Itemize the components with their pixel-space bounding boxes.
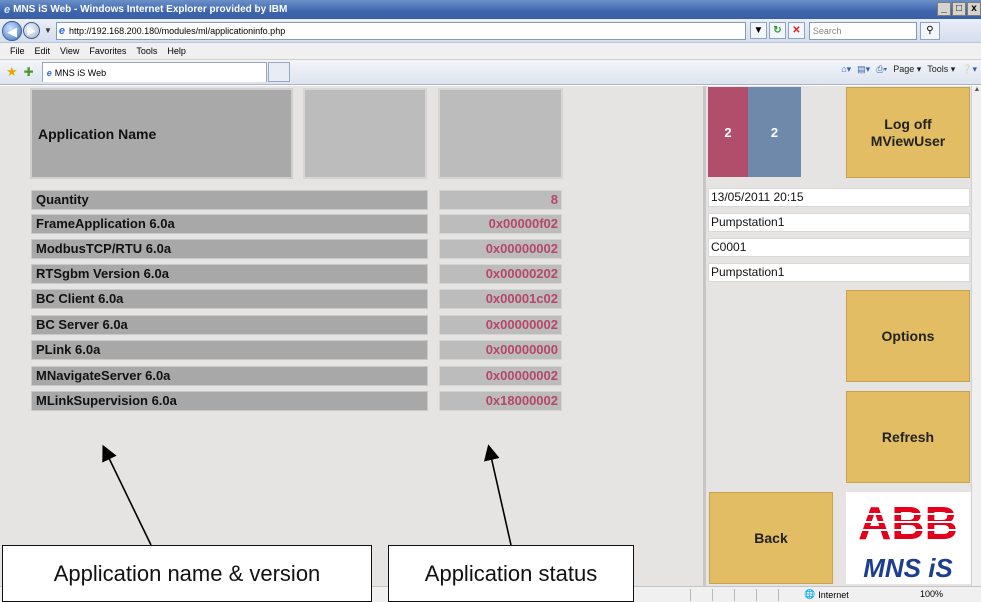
print-icon[interactable]: ⎙▾ — [876, 64, 887, 75]
logoff-label: Log off — [884, 115, 932, 132]
location-field: Pumpstation1 — [708, 263, 970, 282]
forward-nav-icon[interactable]: ▶ — [23, 22, 40, 39]
vertical-scrollbar[interactable]: ▲ — [971, 86, 981, 586]
header-blank-cell — [303, 88, 427, 179]
address-dropdown-icon[interactable]: ▼ — [749, 22, 767, 39]
security-zone[interactable]: 🌐 Internet — [804, 589, 849, 600]
table-row-value: 0x00000002 — [439, 239, 562, 259]
search-input[interactable]: Search — [808, 21, 917, 40]
menu-file[interactable]: File — [10, 46, 25, 56]
table-row-label: BC Server 6.0a — [31, 315, 428, 335]
callout-name-version: Application name & version — [2, 545, 372, 602]
table-row-value: 0x00000002 — [439, 315, 562, 335]
back-button[interactable]: Back — [709, 492, 833, 584]
window-controls: _ □ x — [936, 2, 981, 16]
menu-view[interactable]: View — [60, 46, 79, 56]
scroll-up-icon[interactable]: ▲ — [972, 86, 981, 96]
table-row-label: MNavigateServer 6.0a — [31, 366, 428, 386]
table-row-label: Quantity — [31, 190, 428, 210]
maximize-button[interactable]: □ — [952, 2, 966, 16]
window-title: MNS iS Web - Windows Internet Explorer p… — [13, 4, 288, 15]
command-bar: ⌂▾ ▤▾ ⎙▾ Page ▾ Tools ▾ ❔▾ — [841, 64, 977, 75]
menu-tools[interactable]: Tools — [136, 46, 157, 56]
abb-mns-logo: ABB MNS iS — [846, 492, 971, 584]
table-row-value: 0x00000202 — [439, 264, 562, 284]
table-row-label: BC Client 6.0a — [31, 289, 428, 309]
table-row-value: 0x00000f02 — [439, 214, 562, 234]
back-nav-icon[interactable]: ◀ — [2, 20, 22, 41]
ie-logo-icon: e — [4, 3, 11, 16]
address-bar[interactable]: e http://192.168.200.180/modules/ml/appl… — [55, 21, 746, 40]
table-row-label: MLinkSupervision 6.0a — [31, 391, 428, 411]
tab-page-icon: e — [46, 67, 52, 78]
table-row-value: 8 — [439, 190, 562, 210]
table-row-value: 0x18000002 — [439, 391, 562, 411]
new-tab-button[interactable] — [267, 62, 290, 82]
menu-favorites[interactable]: Favorites — [89, 46, 126, 56]
add-favorite-icon[interactable]: ✚ — [24, 65, 34, 79]
status-divider — [712, 589, 713, 601]
favorites-star-icon[interactable]: ★ — [6, 64, 18, 80]
panel-divider — [703, 86, 706, 586]
mns-is-text: MNS iS — [863, 553, 953, 583]
refresh-icon[interactable]: ↻ — [768, 22, 786, 39]
table-row-label: PLink 6.0a — [31, 340, 428, 360]
menu-help[interactable]: Help — [167, 46, 186, 56]
stop-icon[interactable]: ✕ — [787, 22, 805, 39]
history-dropdown-icon[interactable]: ▼ — [44, 26, 52, 35]
zoom-level[interactable]: 100% — [920, 589, 943, 599]
home-icon[interactable]: ⌂▾ — [841, 64, 851, 75]
header-status-cell — [438, 88, 563, 179]
table-row-label: FrameApplication 6.0a — [31, 214, 428, 234]
logoff-button[interactable]: Log off MViewUser — [846, 87, 970, 178]
status-divider — [778, 589, 779, 601]
page-menu[interactable]: Page ▾ — [893, 64, 921, 75]
options-button[interactable]: Options — [846, 290, 970, 382]
internet-zone-icon: 🌐 — [804, 589, 816, 599]
table-row-label: RTSgbm Version 6.0a — [31, 264, 428, 284]
feeds-icon[interactable]: ▤▾ — [857, 64, 870, 75]
tab-mns-is-web[interactable]: e MNS iS Web — [41, 62, 267, 82]
close-button[interactable]: x — [967, 2, 981, 16]
refresh-button[interactable]: Refresh — [846, 391, 970, 483]
event-count-badge[interactable]: 2 — [748, 87, 801, 177]
window-title-bar: e MNS iS Web - Windows Internet Explorer… — [0, 0, 981, 19]
application-name-header: Application Name — [30, 88, 293, 179]
table-row-label: ModbusTCP/RTU 6.0a — [31, 239, 428, 259]
alarm-count-badge[interactable]: 2 — [708, 87, 748, 177]
tab-title: MNS iS Web — [54, 67, 107, 78]
search-icon[interactable]: ⚲ — [919, 21, 940, 40]
table-row-value: 0x00001c02 — [439, 289, 562, 309]
controller-field: C0001 — [708, 238, 970, 257]
status-divider — [756, 589, 757, 601]
status-divider — [690, 589, 691, 601]
address-url: http://192.168.200.180/modules/ml/applic… — [69, 25, 286, 36]
help-icon[interactable]: ❔▾ — [961, 64, 977, 75]
datetime-field: 13/05/2011 20:15 — [708, 188, 970, 207]
page-icon: e — [58, 24, 66, 37]
address-toolbar: ◀ ▶ ▼ e http://192.168.200.180/modules/m… — [0, 19, 981, 43]
status-divider — [734, 589, 735, 601]
table-row-value: 0x00000002 — [439, 366, 562, 386]
zone-label: Internet — [818, 589, 849, 600]
callout-status: Application status — [388, 545, 634, 602]
menu-bar: File Edit View Favorites Tools Help — [0, 43, 981, 60]
minimize-button[interactable]: _ — [937, 2, 951, 16]
station-field: Pumpstation1 — [708, 213, 970, 232]
tools-menu[interactable]: Tools ▾ — [927, 64, 955, 75]
tab-bar: ★ ✚ e MNS iS Web ⌂▾ ▤▾ ⎙▾ Page ▾ Tools ▾… — [0, 60, 981, 85]
abb-logo-icon: ABB MNS iS — [846, 497, 971, 583]
logoff-user: MViewUser — [870, 132, 946, 149]
menu-edit[interactable]: Edit — [35, 46, 51, 56]
table-row-value: 0x00000000 — [439, 340, 562, 360]
